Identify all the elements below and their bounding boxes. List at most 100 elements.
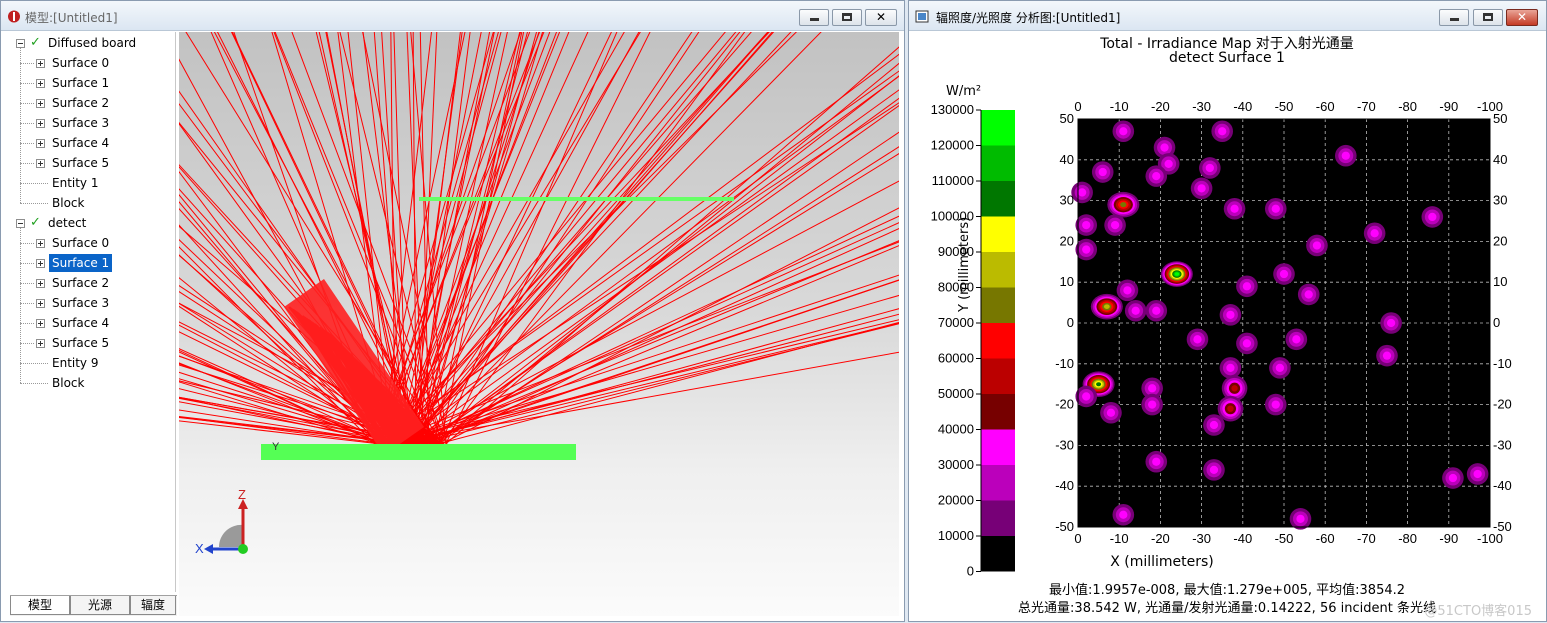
tree-node-surface[interactable]: Surface 4 — [52, 134, 109, 152]
tree-expand-icon[interactable] — [36, 239, 45, 248]
irradiance-spot — [1203, 459, 1225, 481]
close-button-2[interactable]: ✕ — [1506, 9, 1538, 26]
irradiance-spot — [1091, 161, 1114, 183]
tree-expand-icon[interactable] — [36, 59, 45, 68]
colorbar-tick-label: 70000 — [938, 315, 974, 330]
tree-node-surface[interactable]: Surface 3 — [52, 114, 109, 132]
tree-node-object[interactable]: detect — [48, 214, 86, 232]
restore-button[interactable] — [832, 9, 862, 26]
tree-connector — [20, 203, 48, 204]
y-tick-label: -20 — [1055, 397, 1074, 412]
3d-viewport[interactable]: Y Z X — [179, 32, 899, 616]
tree-connector — [20, 383, 48, 384]
close-icon: ✕ — [875, 10, 887, 24]
tree-connector — [20, 363, 48, 364]
tree-node-surface[interactable]: Surface 0 — [52, 234, 109, 252]
tree-node-surface[interactable]: Surface 3 — [52, 294, 109, 312]
tree-expand-icon[interactable] — [36, 159, 45, 168]
x-axis-arrow — [204, 544, 213, 554]
tree-collapse-icon[interactable] — [16, 219, 25, 228]
colorbar-tick-label: 110000 — [932, 173, 974, 188]
irradiance-spot — [1190, 177, 1213, 200]
close-button[interactable]: ✕ — [865, 9, 897, 26]
model-window-titlebar[interactable]: 模型:[Untitled1] ✕ — [1, 1, 904, 31]
restore-button-2[interactable] — [1473, 9, 1503, 26]
minimize-button-2[interactable] — [1439, 9, 1469, 26]
tree-node-surface[interactable]: Surface 5 — [52, 154, 109, 172]
colorbar-segment — [981, 216, 1015, 252]
irradiance-spot — [1145, 450, 1168, 473]
colorbar-segment — [981, 323, 1015, 359]
colorbar-segment — [981, 252, 1015, 288]
tree-node-object[interactable]: Diffused board — [48, 34, 136, 52]
colorbar-tick-label: 90000 — [938, 244, 974, 259]
tree-expand-icon[interactable] — [36, 279, 45, 288]
tab-irradiance[interactable]: 辐度 — [130, 596, 176, 615]
irradiance-window: 辐照度/光照度 分析图:[Untitled1] ✕ Total - Irradi… — [908, 0, 1547, 622]
y-tick-label: 0 — [1067, 315, 1074, 330]
irradiance-spot — [1107, 191, 1140, 218]
irradiance-spot — [1236, 275, 1258, 298]
model-window-title: 模型:[Untitled1] — [25, 11, 118, 25]
tree-node-surface[interactable]: Block — [52, 374, 84, 392]
tree-expand-icon[interactable] — [36, 339, 45, 348]
tree-node-surface[interactable]: Surface 2 — [52, 94, 109, 112]
irradiance-spot — [1269, 357, 1291, 379]
irradiance-spot — [1145, 165, 1168, 187]
tree-collapse-icon[interactable] — [16, 39, 25, 48]
tree-node-surface[interactable]: Surface 0 — [52, 54, 109, 72]
y-tick-label: 50 — [1060, 111, 1074, 126]
irradiance-spot — [1186, 328, 1209, 351]
x-tick-label: -50 — [1275, 531, 1294, 546]
irradiance-spot — [1071, 181, 1093, 204]
detector-surface — [419, 197, 734, 201]
x-tick-label: -40 — [1233, 531, 1252, 546]
irradiance-spot — [1112, 120, 1135, 143]
tree-node-surface[interactable]: Surface 5 — [52, 334, 109, 352]
x-tick-label: -60 — [1316, 531, 1335, 546]
irradiance-spot — [1124, 299, 1147, 322]
tree-expand-icon[interactable] — [36, 299, 45, 308]
colorbar-segment — [981, 287, 1015, 323]
tab-source[interactable]: 光源 — [70, 596, 130, 615]
tree-connector — [20, 283, 34, 284]
panel-tabs: 模型 光源 辐度 — [10, 595, 177, 616]
irradiance-map-panel[interactable]: Total - Irradiance Map 对于入射光通量 detect Su… — [916, 32, 1538, 616]
tree-connector — [20, 163, 34, 164]
chart-window-icon — [915, 10, 929, 23]
colorbar-segment — [981, 500, 1015, 536]
model-tree[interactable]: ✓ Diffused board Surface 0 Surface 1 Surface… — [10, 32, 176, 592]
tree-connector — [20, 323, 34, 324]
y-tick-label-right: 0 — [1493, 315, 1500, 330]
tree-expand-icon[interactable] — [36, 319, 45, 328]
y-tick-label-right: 10 — [1493, 274, 1507, 289]
tree-node-surface[interactable]: Entity 1 — [52, 174, 98, 192]
tree-expand-icon[interactable] — [36, 99, 45, 108]
irradiance-plot: 0 0 -10 -10 -20 -20 -30 -30 -40 -40 -50 -50 -60 -60 -7… — [1055, 99, 1512, 546]
irradiance-window-titlebar[interactable]: 辐照度/光照度 分析图:[Untitled1] ✕ — [909, 1, 1546, 31]
irradiance-spot — [1376, 344, 1398, 367]
diffused-board — [261, 444, 576, 460]
irradiance-spot — [1219, 304, 1242, 326]
tree-expand-icon[interactable] — [36, 119, 45, 128]
colorbar-tick-label: 30000 — [938, 457, 974, 472]
tree-expand-icon[interactable] — [36, 259, 45, 268]
tab-model[interactable]: 模型 — [10, 596, 70, 615]
tree-expand-icon[interactable] — [36, 79, 45, 88]
tree-node-selected[interactable]: Surface 1 — [49, 254, 113, 272]
irradiance-spot — [1264, 197, 1287, 220]
ray-trace-view: Y — [179, 32, 899, 460]
tree-node-surface[interactable]: Entity 9 — [52, 354, 98, 372]
x-tick-label-top: -60 — [1316, 99, 1335, 114]
tree-node-surface[interactable]: Surface 2 — [52, 274, 109, 292]
minimize-button[interactable] — [799, 9, 829, 26]
tree-expand-icon[interactable] — [36, 139, 45, 148]
x-tick-label-top: -20 — [1151, 99, 1170, 114]
tree-node-surface[interactable]: Block — [52, 194, 84, 212]
colorbar: 1300001200001100001000009000080000700006… — [931, 102, 1015, 579]
model-window: 模型:[Untitled1] ✕ ✓ Diffused board Surface … — [0, 0, 905, 622]
y-tick-label-right: 50 — [1493, 111, 1507, 126]
irradiance-spot — [1116, 279, 1139, 302]
tree-node-surface[interactable]: Surface 1 — [52, 74, 109, 92]
tree-node-surface[interactable]: Surface 4 — [52, 314, 109, 332]
